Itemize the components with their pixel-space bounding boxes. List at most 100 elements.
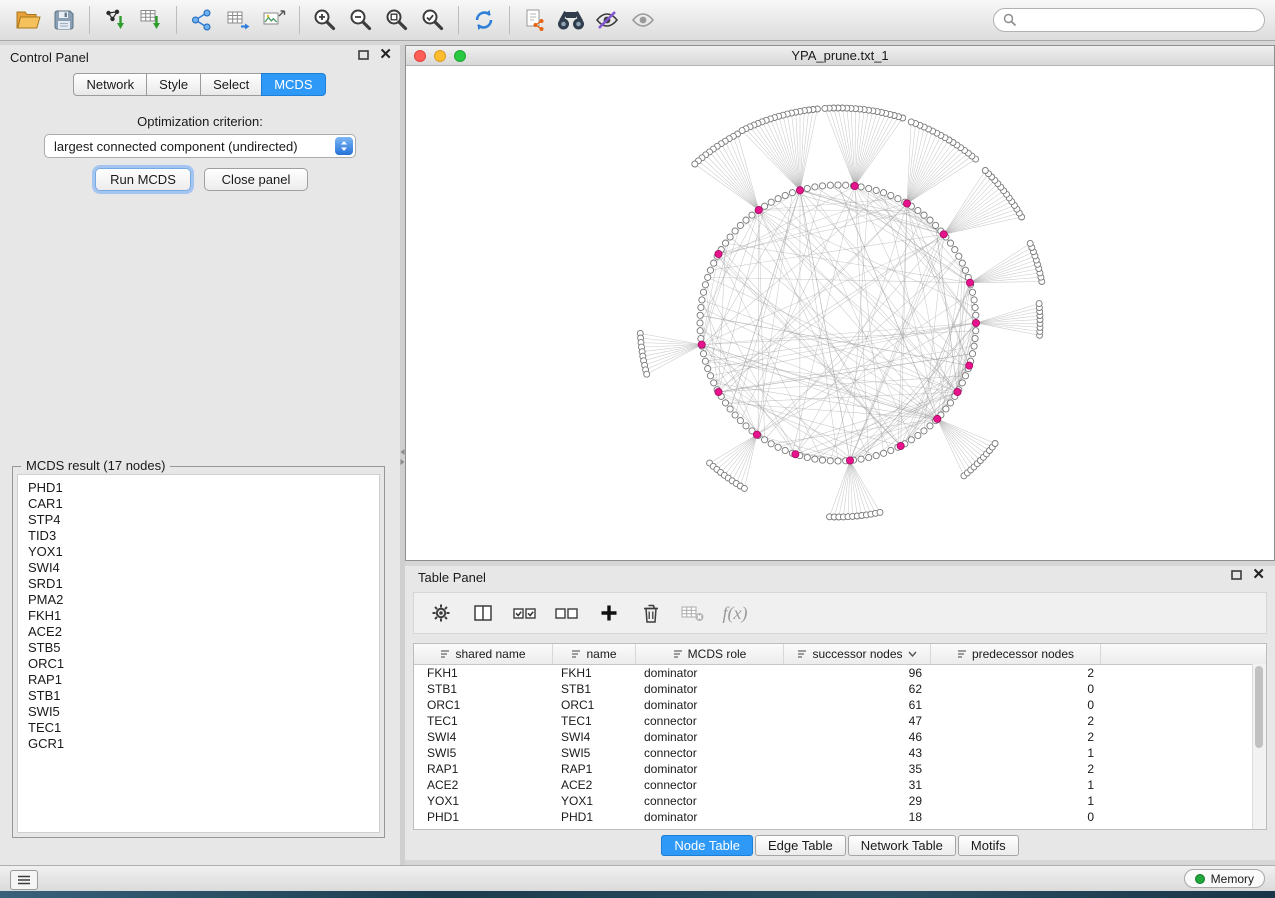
mcds-result-item[interactable]: RAP1 — [18, 672, 379, 688]
table-cell: ACE2 — [553, 777, 636, 793]
tab-mcds[interactable]: MCDS — [261, 73, 325, 96]
mcds-result-item[interactable]: STB1 — [18, 688, 379, 704]
mcds-result-item[interactable]: SWI5 — [18, 704, 379, 720]
network-window-titlebar[interactable]: YPA_prune.txt_1 — [406, 46, 1274, 66]
tab-network[interactable]: Network — [73, 73, 147, 96]
table-toolbar: f(x) — [413, 592, 1267, 634]
export-network-button[interactable] — [184, 3, 220, 37]
export-image-button[interactable] — [256, 3, 292, 37]
column-header-mcds-role[interactable]: MCDS role — [636, 644, 784, 664]
select-all-columns-button[interactable] — [512, 599, 538, 627]
mcds-result-item[interactable]: ORC1 — [18, 656, 379, 672]
tab-select[interactable]: Select — [200, 73, 262, 96]
search-box[interactable] — [993, 8, 1265, 32]
mcds-result-item[interactable]: CAR1 — [18, 496, 379, 512]
column-header-shared-name[interactable]: shared name — [414, 644, 553, 664]
table-row[interactable]: ORC1ORC1dominator610 — [414, 697, 1266, 713]
table-cell: YOX1 — [553, 793, 636, 809]
mcds-result-item[interactable]: PHD1 — [18, 480, 379, 496]
table-scrollbar[interactable] — [1252, 664, 1266, 829]
import-table-button[interactable] — [133, 3, 169, 37]
export-image-icon — [262, 8, 286, 32]
mcds-result-item[interactable]: PMA2 — [18, 592, 379, 608]
gear-icon — [430, 602, 452, 624]
float-window-icon[interactable] — [358, 50, 369, 60]
status-menu-button[interactable] — [10, 870, 38, 890]
scrollbar-thumb[interactable] — [1255, 666, 1263, 748]
table-cell: 2 — [931, 761, 1101, 777]
share-document-button[interactable] — [517, 3, 553, 37]
mcds-result-item[interactable]: FKH1 — [18, 608, 379, 624]
function-builder-button[interactable]: f(x) — [722, 599, 748, 627]
sort-icon — [673, 649, 683, 659]
deselect-all-columns-button[interactable] — [554, 599, 580, 627]
mcds-result-item[interactable]: STB5 — [18, 640, 379, 656]
close-panel-icon[interactable]: ✕ — [1252, 569, 1265, 581]
window-maximize-icon[interactable] — [454, 50, 466, 62]
table-cell: 43 — [784, 745, 931, 761]
network-window-title: YPA_prune.txt_1 — [791, 48, 888, 63]
tab-motifs[interactable]: Motifs — [958, 835, 1019, 856]
criterion-dropdown[interactable]: largest connected component (undirected) — [44, 134, 356, 158]
tab-edge-table[interactable]: Edge Table — [755, 835, 846, 856]
zoom-fit-button[interactable] — [379, 3, 415, 37]
close-panel-icon[interactable]: ✕ — [379, 49, 392, 61]
table-row[interactable]: PHD1PHD1dominator180 — [414, 809, 1266, 825]
export-table-button[interactable] — [220, 3, 256, 37]
table-settings-button[interactable] — [428, 599, 454, 627]
create-column-button[interactable] — [596, 599, 622, 627]
open-session-button[interactable] — [10, 3, 46, 37]
table-row[interactable]: FKH1FKH1dominator962 — [414, 665, 1266, 681]
table-cell: 62 — [784, 681, 931, 697]
close-panel-button[interactable]: Close panel — [204, 168, 308, 191]
tab-node-table[interactable]: Node Table — [661, 835, 753, 856]
tab-style[interactable]: Style — [146, 73, 201, 96]
window-close-icon[interactable] — [414, 50, 426, 62]
float-window-icon[interactable] — [1231, 570, 1242, 580]
column-header-name[interactable]: name — [553, 644, 636, 664]
mcds-result-item[interactable]: ACE2 — [18, 624, 379, 640]
delete-column-button[interactable] — [638, 599, 664, 627]
zoom-in-button[interactable] — [307, 3, 343, 37]
table-row[interactable]: STB1STB1dominator620 — [414, 681, 1266, 697]
table-row[interactable]: YOX1YOX1connector291 — [414, 793, 1266, 809]
table-cell: 2 — [931, 729, 1101, 745]
tab-network-table[interactable]: Network Table — [848, 835, 956, 856]
table-cell: dominator — [636, 809, 784, 825]
table-cell: PHD1 — [553, 809, 636, 825]
destroy-table-button[interactable] — [680, 599, 706, 627]
save-session-button[interactable] — [46, 3, 82, 37]
network-canvas-svg[interactable] — [406, 65, 1274, 560]
run-mcds-button[interactable]: Run MCDS — [95, 168, 191, 191]
search-input[interactable] — [1023, 12, 1255, 28]
mcds-result-item[interactable]: GCR1 — [18, 736, 379, 752]
column-header-successor-nodes[interactable]: successor nodes — [784, 644, 931, 664]
table-row[interactable]: SWI5SWI5connector431 — [414, 745, 1266, 761]
table-row[interactable]: RAP1RAP1dominator352 — [414, 761, 1266, 777]
mcds-result-item[interactable]: SRD1 — [18, 576, 379, 592]
show-columns-button[interactable] — [470, 599, 496, 627]
hide-selected-button[interactable] — [589, 3, 625, 37]
table-cell: connector — [636, 745, 784, 761]
table-cell: dominator — [636, 665, 784, 681]
mcds-result-item[interactable]: YOX1 — [18, 544, 379, 560]
mcds-result-item[interactable]: TEC1 — [18, 720, 379, 736]
import-network-button[interactable] — [97, 3, 133, 37]
chevron-down-icon — [908, 651, 917, 657]
zoom-selected-button[interactable] — [415, 3, 451, 37]
find-button[interactable] — [553, 3, 589, 37]
mcds-result-item[interactable]: SWI4 — [18, 560, 379, 576]
column-header-predecessor-nodes[interactable]: predecessor nodes — [931, 644, 1101, 664]
refresh-button[interactable] — [466, 3, 502, 37]
window-minimize-icon[interactable] — [434, 50, 446, 62]
mcds-result-item[interactable]: TID3 — [18, 528, 379, 544]
table-row[interactable]: ACE2ACE2connector311 — [414, 777, 1266, 793]
network-canvas[interactable] — [406, 65, 1274, 560]
table-row[interactable]: SWI4SWI4dominator462 — [414, 729, 1266, 745]
memory-button[interactable]: Memory — [1184, 869, 1265, 888]
zoom-out-button[interactable] — [343, 3, 379, 37]
table-row[interactable]: TEC1TEC1connector472 — [414, 713, 1266, 729]
mcds-result-item[interactable]: STP4 — [18, 512, 379, 528]
show-all-button[interactable] — [625, 3, 661, 37]
mcds-result-list[interactable]: PHD1CAR1STP4TID3YOX1SWI4SRD1PMA2FKH1ACE2… — [17, 474, 380, 833]
